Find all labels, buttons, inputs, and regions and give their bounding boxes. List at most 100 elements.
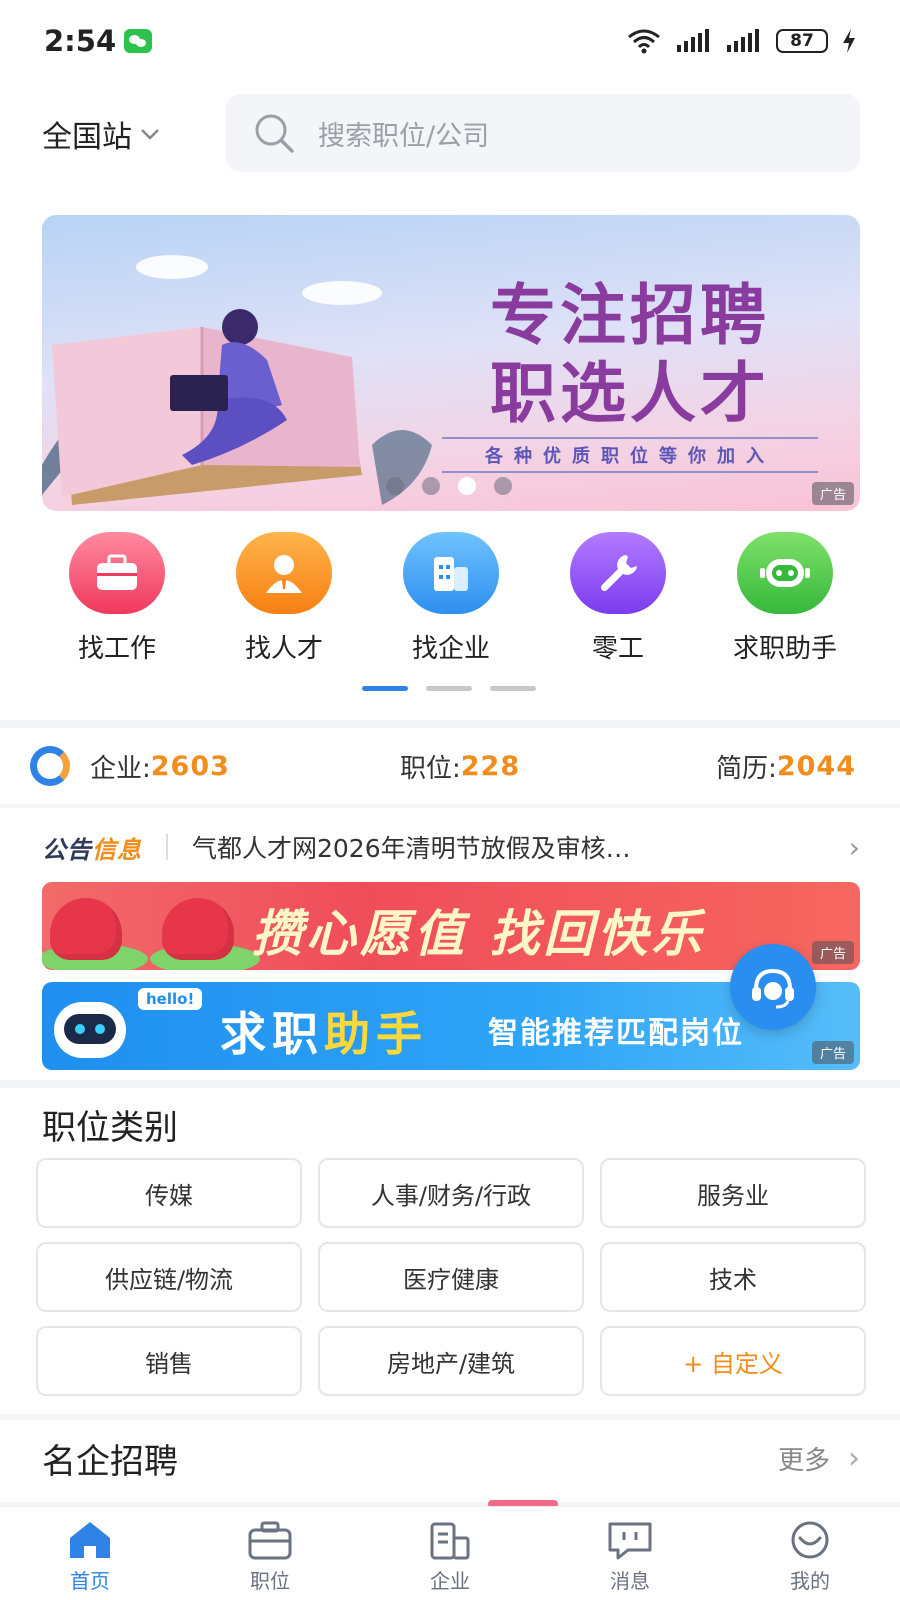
stat-companies: 企业: 2603 xyxy=(90,748,400,785)
search-icon xyxy=(255,114,294,153)
category-item[interactable]: 医疗健康 xyxy=(318,1242,584,1312)
building-icon xyxy=(403,532,499,614)
status-bar: 2:54 87 xyxy=(0,0,900,80)
quick-nav-gig[interactable]: 零工 xyxy=(543,532,693,665)
tab-positions[interactable]: 职位 xyxy=(180,1507,360,1600)
promo-red-text: 攒心愿值 找回快乐 xyxy=(252,905,706,963)
notice-logo-part1: 公告 xyxy=(42,835,92,864)
stats-bar: 企业: 2603 职位: 228 简历: 2044 xyxy=(0,728,900,804)
quick-nav-page-indicator xyxy=(362,686,536,691)
banner-title-line2: 职选人才 xyxy=(490,355,770,432)
site-selector[interactable]: 全国站 xyxy=(42,112,160,156)
robot-face xyxy=(64,1014,116,1044)
robot-icon xyxy=(737,532,833,614)
notice-text[interactable]: 气都人才网2026年清明节放假及审核… xyxy=(192,829,831,865)
ad-tag: 广告 xyxy=(811,482,854,505)
more-label: 更多 xyxy=(777,1446,830,1476)
quick-nav: 找工作 找人才 找企业 零工 求职助手 xyxy=(42,532,860,665)
customer-service-button[interactable] xyxy=(730,944,816,1030)
promo-blue-title-a: 求职 xyxy=(220,1007,324,1061)
category-item[interactable]: 人事/财务/行政 xyxy=(318,1158,584,1228)
tab-home[interactable]: 首页 xyxy=(0,1507,180,1600)
category-item[interactable]: 传媒 xyxy=(36,1158,302,1228)
banner-illustration xyxy=(42,255,432,505)
status-icons: 87 xyxy=(626,26,856,56)
promo-blue-title: 求职助手 xyxy=(220,998,428,1064)
notice-logo-part2: 信息 xyxy=(92,835,142,864)
quick-nav-find-talent[interactable]: 找人才 xyxy=(209,532,359,665)
banner-dot[interactable] xyxy=(386,477,404,495)
promo-blue-title-b: 助手 xyxy=(324,1007,428,1061)
quick-nav-find-company[interactable]: 找企业 xyxy=(376,532,526,665)
battery-level: 87 xyxy=(790,31,814,51)
robot-icon xyxy=(54,1002,126,1058)
chevron-right-icon: › xyxy=(848,1441,860,1476)
quick-nav-label: 零工 xyxy=(591,634,644,664)
tab-companies[interactable]: 企业 xyxy=(360,1507,540,1600)
quick-nav-label: 求职助手 xyxy=(732,634,837,664)
chevron-right-icon: › xyxy=(848,830,860,864)
stat-value: 2044 xyxy=(776,750,856,782)
stat-label: 职位: xyxy=(400,753,461,784)
category-item[interactable]: 技术 xyxy=(600,1242,866,1312)
stat-label: 企业: xyxy=(90,753,151,784)
building-icon xyxy=(425,1519,475,1561)
tab-label: 首页 xyxy=(70,1569,110,1593)
ad-tag: 广告 xyxy=(811,941,854,964)
tab-messages[interactable]: 消息 xyxy=(540,1507,720,1600)
notice-bar[interactable]: 公告信息 气都人才网2026年清明节放假及审核… › xyxy=(42,824,860,870)
banner-dot[interactable] xyxy=(494,477,512,495)
stat-label: 简历: xyxy=(716,753,777,784)
quick-nav-label: 找企业 xyxy=(411,634,490,664)
message-icon xyxy=(605,1519,655,1561)
stat-positions: 职位: 228 xyxy=(400,748,700,785)
briefcase-icon xyxy=(69,532,165,614)
header: 全国站 搜索职位/公司 xyxy=(0,80,900,190)
more-link[interactable]: 更多 › xyxy=(778,1440,860,1477)
categories-title: 职位类别 xyxy=(42,1108,178,1148)
promo-blue-subtitle: 智能推荐匹配岗位 xyxy=(488,1016,744,1051)
divider xyxy=(166,834,168,860)
category-item[interactable]: 房地产/建筑 xyxy=(318,1326,584,1396)
category-grid: 传媒 人事/财务/行政 服务业 供应链/物流 医疗健康 技术 销售 房地产/建筑… xyxy=(36,1158,866,1396)
search-input[interactable]: 搜索职位/公司 xyxy=(226,94,860,172)
charging-icon xyxy=(843,29,855,53)
quick-nav-job-assistant[interactable]: 求职助手 xyxy=(710,532,860,665)
stat-value: 228 xyxy=(460,750,521,782)
pie-chart-icon xyxy=(30,746,70,786)
tab-label: 我的 xyxy=(790,1569,830,1593)
signal-icon xyxy=(677,29,709,52)
ad-tag: 广告 xyxy=(811,1041,854,1064)
page-indicator-active xyxy=(362,686,408,691)
headset-icon xyxy=(752,968,794,1009)
banner-title: 专注招聘 职选人才 xyxy=(440,277,820,433)
signal-icon xyxy=(727,29,759,52)
tab-profile[interactable]: 我的 xyxy=(720,1507,900,1600)
quick-nav-label: 找人才 xyxy=(244,634,323,664)
heart-icon xyxy=(50,898,122,960)
banner-title-line1: 专注招聘 xyxy=(490,277,770,354)
briefcase-icon xyxy=(245,1519,295,1561)
hello-bubble: hello! xyxy=(138,988,203,1010)
tab-label: 企业 xyxy=(430,1569,470,1593)
banner-subtitle: 各种优质职位等你加入 xyxy=(442,437,818,473)
banner-dot-active[interactable] xyxy=(458,477,476,495)
wrench-icon xyxy=(570,532,666,614)
category-item[interactable]: 服务业 xyxy=(600,1158,866,1228)
tab-label: 职位 xyxy=(250,1569,290,1593)
banner-carousel[interactable]: 专注招聘 职选人才 各种优质职位等你加入 广告 xyxy=(42,215,860,511)
bottom-nav: 首页 职位 企业 消息 我的 xyxy=(0,1506,900,1600)
famous-title: 名企招聘 xyxy=(42,1442,178,1482)
quick-nav-find-job[interactable]: 找工作 xyxy=(42,532,192,665)
heart-icon xyxy=(162,898,234,960)
category-item[interactable]: 供应链/物流 xyxy=(36,1242,302,1312)
banner-dot[interactable] xyxy=(422,477,440,495)
wifi-icon xyxy=(628,29,660,54)
status-time: 2:54 xyxy=(44,24,117,58)
promo-banner-wish[interactable]: 攒心愿值 找回快乐 广告 xyxy=(42,882,860,970)
tab-label: 消息 xyxy=(610,1569,650,1593)
add-custom-category-button[interactable]: + 自定义 xyxy=(600,1326,866,1396)
battery-icon: 87 xyxy=(776,29,828,53)
category-item[interactable]: 销售 xyxy=(36,1326,302,1396)
stat-resumes: 简历: 2044 xyxy=(700,748,856,785)
